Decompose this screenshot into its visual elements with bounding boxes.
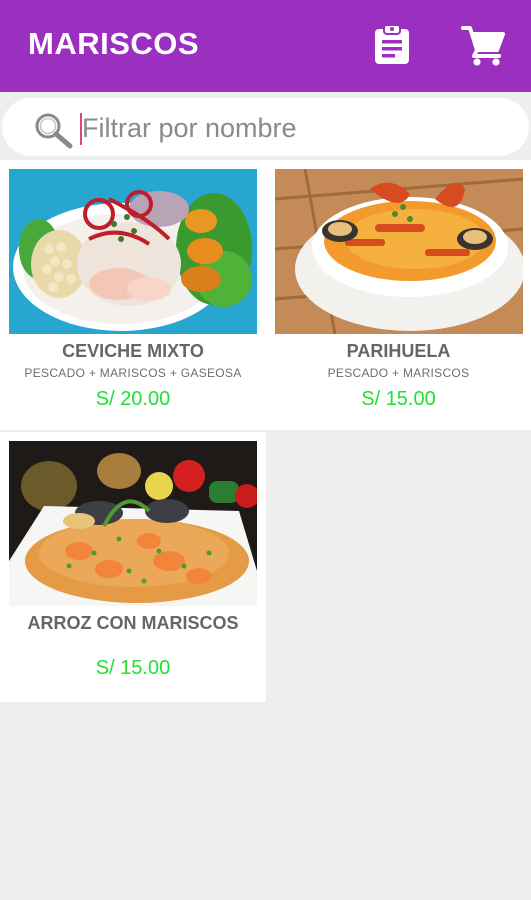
product-description: PESCADO + MARISCOS	[327, 366, 470, 380]
page-title: MARISCOS	[28, 26, 200, 61]
search-field[interactable]	[2, 98, 529, 156]
product-price: S/ 20.00	[95, 388, 171, 410]
product-name: CEVICHE MIXTO	[62, 341, 204, 361]
search-icon	[35, 113, 73, 149]
product-name: PARIHUELA	[346, 341, 451, 361]
product-price: S/ 15.00	[95, 657, 171, 679]
app-bar: MARISCOS	[0, 0, 531, 92]
shopping-cart-icon	[461, 26, 505, 66]
search-input[interactable]	[82, 108, 502, 148]
product-price: S/ 15.00	[361, 388, 436, 410]
search-bar	[0, 92, 531, 160]
cart-button[interactable]	[460, 22, 506, 68]
product-name: ARROZ CON MARISCOS	[27, 613, 239, 633]
product-card[interactable]: CEVICHE MIXTO PESCADO + MARISCOS + GASEO…	[0, 160, 266, 430]
product-card[interactable]: ARROZ CON MARISCOS S/ 15.00	[0, 432, 266, 702]
product-photo-parihuela	[275, 169, 523, 334]
orders-button[interactable]	[369, 22, 415, 68]
product-photo-ceviche	[9, 169, 257, 334]
clipboard-icon	[375, 24, 409, 64]
product-description: PESCADO + MARISCOS + GASEOSA	[24, 366, 242, 380]
product-photo-arroz	[9, 441, 257, 606]
product-card[interactable]: PARIHUELA PESCADO + MARISCOS S/ 15.00	[266, 160, 531, 430]
